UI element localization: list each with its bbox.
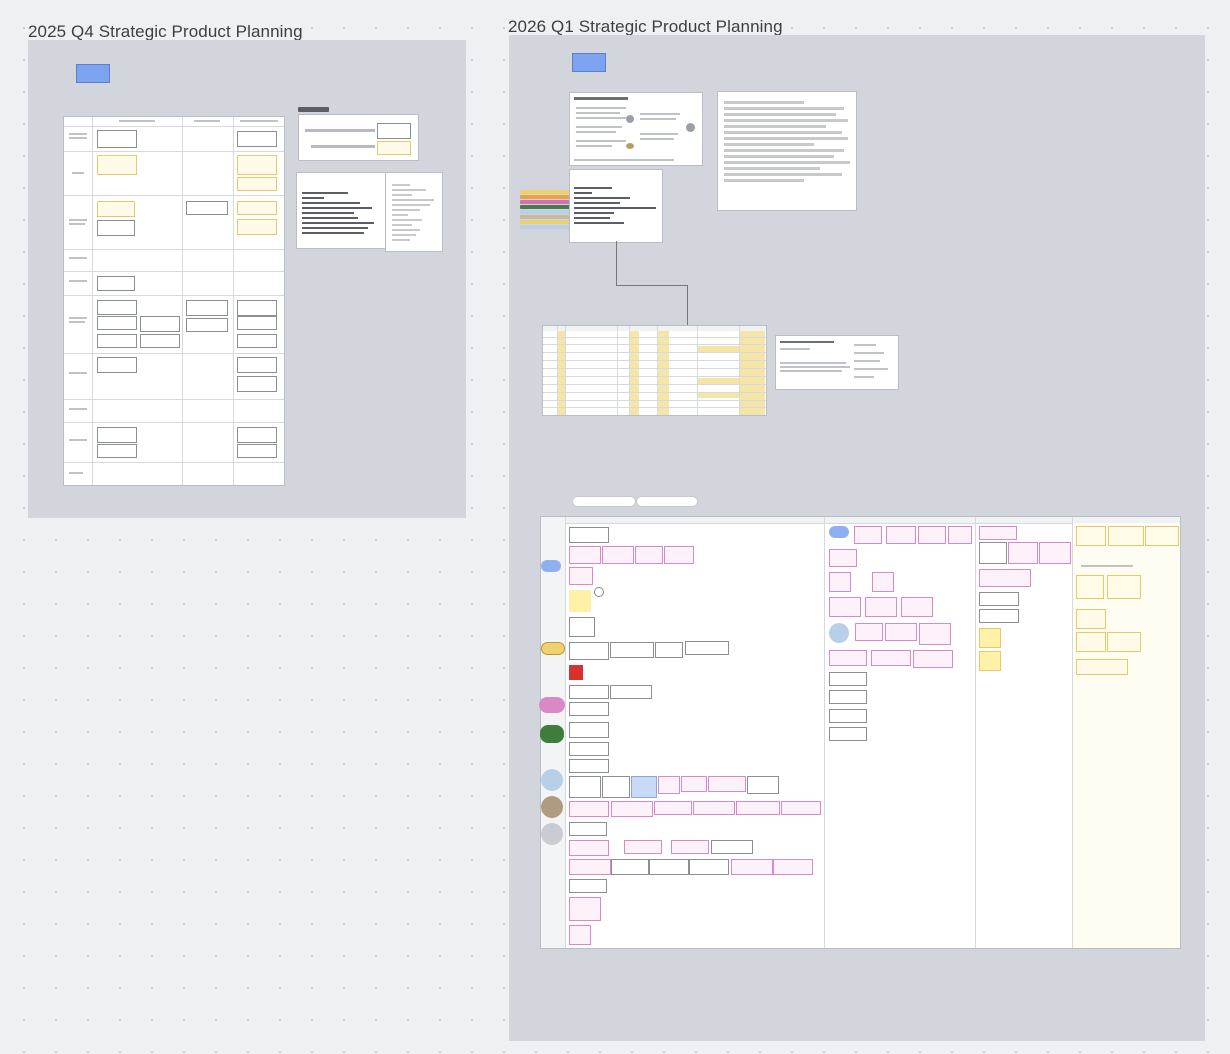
avatar-icon [686,123,695,132]
planning-matrix-table[interactable] [63,116,285,486]
tag-lightblue[interactable] [520,225,570,229]
row-tag-blue[interactable] [541,560,561,572]
row-tag-yellow[interactable] [541,642,565,655]
board-filter-pill[interactable] [572,496,636,507]
callout-card[interactable] [298,114,419,161]
connector-line [687,285,688,325]
avatar-icon [626,115,634,123]
section-2026-q1[interactable] [509,35,1205,1041]
kanban-board[interactable] [539,516,1181,949]
circle-tag-icon[interactable] [541,769,563,791]
tag-pink[interactable] [520,200,570,204]
toolbar-tag[interactable] [298,107,329,112]
sticky-note-icon[interactable] [572,53,606,72]
comment-icon[interactable] [594,587,604,597]
tag-yellow[interactable] [520,190,570,194]
board-filter-pill[interactable] [636,496,698,507]
avatar-icon [626,143,634,149]
frame-title-2026-q1[interactable]: 2026 Q1 Strategic Product Planning [508,17,783,37]
priority-list-doc[interactable] [569,169,663,243]
circle-tag-icon[interactable] [541,796,563,818]
roadmap-spreadsheet[interactable] [542,325,767,416]
section-2025-q4[interactable] [28,40,466,518]
tag-green[interactable] [520,205,570,209]
circle-tag-icon[interactable] [829,623,849,643]
connector-line [616,241,617,285]
row-tag-green[interactable] [540,725,564,743]
row-tag-pink[interactable] [539,697,565,713]
row-tag-blue[interactable] [829,526,849,538]
frame-title-2025-q4[interactable]: 2025 Q4 Strategic Product Planning [28,22,303,42]
tag-tan[interactable] [520,215,570,219]
priority-list-card[interactable] [296,172,386,249]
sticky-note-icon[interactable] [979,628,1001,648]
sticky-note-icon[interactable] [76,64,110,83]
connector-line [616,285,687,286]
notes-doc[interactable] [717,91,857,211]
red-marker[interactable] [569,665,583,680]
tag-yellow[interactable] [520,220,570,224]
tag-orange[interactable] [520,195,570,199]
tag-lightblue[interactable] [520,210,570,214]
sticky-note-icon[interactable] [569,590,591,612]
details-card[interactable] [775,335,899,390]
side-list-card[interactable] [385,172,443,252]
product-principles-doc[interactable] [569,92,703,166]
circle-tag-icon[interactable] [541,823,563,845]
sticky-note-icon[interactable] [979,651,1001,671]
